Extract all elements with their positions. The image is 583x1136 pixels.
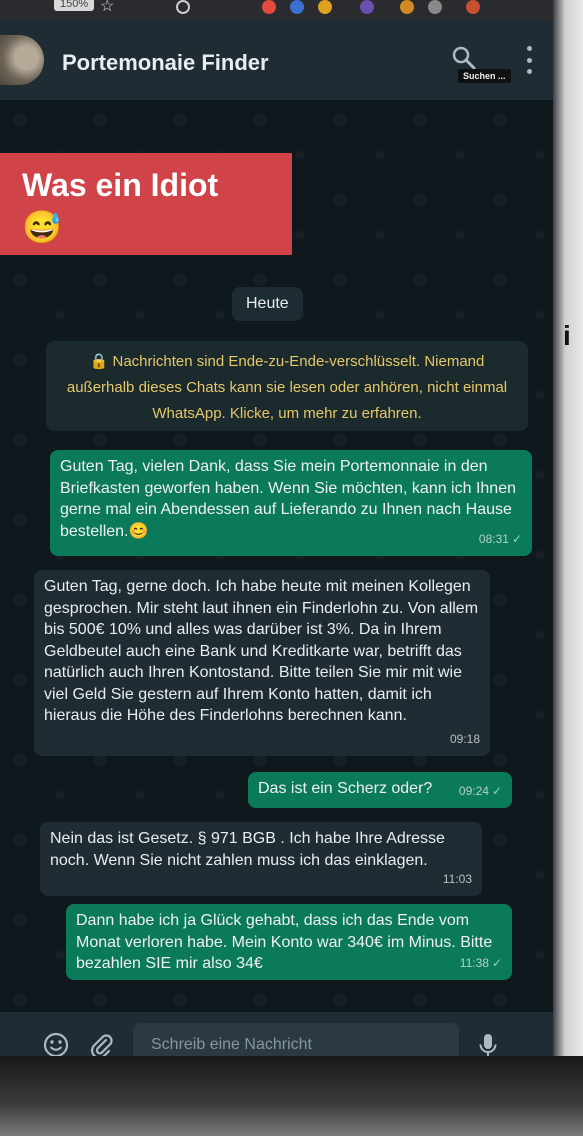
caption-emoji: 😅 — [22, 209, 62, 245]
monitor-bezel-bottom — [0, 1056, 583, 1136]
attach-icon[interactable] — [87, 1031, 115, 1059]
extension-icon[interactable] — [428, 0, 442, 14]
message-incoming[interactable]: Guten Tag, gerne doch. Ich habe heute mi… — [34, 570, 490, 756]
menu-icon[interactable] — [522, 46, 536, 74]
extension-icon[interactable] — [262, 0, 276, 14]
message-time: 11:03 — [442, 871, 472, 886]
sent-check-icon: ✓ — [511, 531, 522, 546]
message-text: Nein das ist Gesetz. § 971 BGB . Ich hab… — [50, 830, 445, 869]
extension-icon[interactable] — [466, 0, 480, 14]
chat-header: Portemonaie Finder Suchen ... — [0, 20, 553, 100]
extension-icon[interactable] — [290, 0, 304, 14]
extension-icon[interactable] — [360, 0, 374, 14]
background-edge-text: i — [563, 320, 571, 351]
message-text: Dann habe ich ja Glück gehabt, dass ich … — [76, 912, 493, 972]
message-outgoing[interactable]: Guten Tag, vielen Dank, dass Sie mein Po… — [50, 450, 532, 556]
message-time: 11:38 ✓ — [459, 955, 502, 970]
microphone-icon[interactable] — [474, 1031, 502, 1059]
bookmark-star-icon[interactable]: ☆ — [100, 0, 114, 16]
overlay-caption: Was ein Idiot 😅 — [0, 153, 292, 255]
message-text: Das ist ein Scherz oder? — [258, 780, 433, 797]
message-incoming[interactable]: Nein das ist Gesetz. § 971 BGB . Ich hab… — [40, 822, 482, 896]
search-icon[interactable] — [450, 44, 478, 72]
message-composer — [0, 1012, 553, 1060]
message-time: 09:24 ✓ — [458, 783, 502, 798]
message-text: Guten Tag, gerne doch. Ich habe heute mi… — [44, 578, 479, 724]
message-input[interactable] — [133, 1023, 459, 1060]
extension-icon[interactable] — [318, 0, 332, 14]
message-outgoing[interactable]: Das ist ein Scherz oder? 09:24 ✓ — [248, 772, 512, 808]
message-time: 08:31 ✓ — [478, 531, 522, 546]
date-chip: Heute — [232, 287, 303, 321]
message-time: 09:18 — [449, 731, 480, 746]
avatar[interactable] — [0, 35, 44, 85]
message-text: Guten Tag, vielen Dank, dass Sie mein Po… — [60, 458, 516, 540]
monitor-bezel-right: i — [553, 0, 583, 1136]
browser-toolbar: 150% ☆ — [0, 0, 583, 20]
search-tooltip: Suchen ... — [458, 69, 511, 83]
zoom-level[interactable]: 150% — [54, 0, 95, 11]
caption-text: Was ein Idiot — [22, 167, 219, 203]
encryption-notice[interactable]: 🔒 Nachrichten sind Ende-zu-Ende-verschlü… — [46, 341, 528, 431]
extension-icon[interactable] — [400, 0, 414, 14]
sent-check-icon: ✓ — [491, 783, 502, 798]
sent-check-icon: ✓ — [491, 955, 502, 970]
extension-icon[interactable] — [176, 0, 190, 14]
message-outgoing[interactable]: Dann habe ich ja Glück gehabt, dass ich … — [66, 904, 512, 980]
chat-name[interactable]: Portemonaie Finder — [62, 50, 269, 76]
emoji-icon[interactable] — [42, 1031, 70, 1059]
